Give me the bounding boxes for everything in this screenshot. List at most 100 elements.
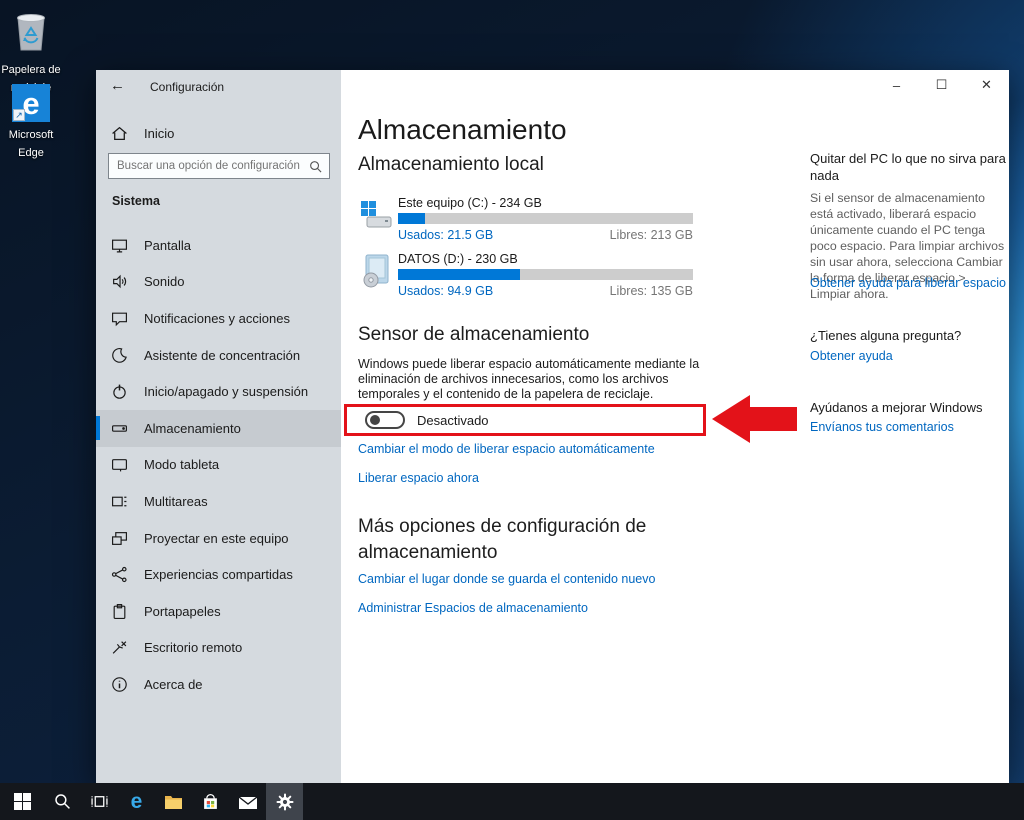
sidebar-item-escritorio-remoto[interactable]: Escritorio remoto [96,630,341,667]
start-icon [14,793,31,810]
data-drive-icon [359,254,393,293]
file-explorer-icon [164,794,183,810]
about-icon [111,676,128,693]
selected-accent-bar [96,636,100,660]
sidebar-item-label: Inicio/apagado y suspensión [144,384,308,399]
sidebar-item-modo-tableta[interactable]: Modo tableta [96,447,341,484]
drive-row-c[interactable]: Este equipo (C:) - 234 GB Usados: 21.5 G… [358,196,698,242]
drive-usage-fill [398,269,520,280]
taskbar-button-search[interactable] [44,783,81,820]
taskbar-button-settings[interactable] [266,783,303,820]
storage-sense-description: Windows puede liberar espacio automática… [358,357,710,402]
mail-icon [239,795,257,809]
sidebar-item-proyectar[interactable]: Proyectar en este equipo [96,520,341,557]
taskbar-button-mail[interactable] [229,783,266,820]
selected-accent-bar [96,672,100,696]
search-input[interactable] [109,160,309,172]
sidebar-item-portapapeles[interactable]: Portapapeles [96,593,341,630]
focus-assist-icon [111,347,128,364]
drive-free-label: Libres: 213 GB [610,228,693,242]
settings-window: – ☐ ✕ ← Configuración Inicio [96,70,1009,783]
sidebar-item-label: Pantalla [144,238,191,253]
tablet-icon [111,456,128,473]
sidebar-item-label: Multitareas [144,494,208,509]
page-title: Almacenamiento [358,114,567,146]
maximize-button[interactable]: ☐ [919,70,964,100]
sidebar-nav: Pantalla Sonido Notificaciones y accione… [96,227,341,703]
get-help-free-space-link[interactable]: Obtener ayuda para liberar espacio [810,276,1006,290]
notifications-icon [111,310,128,327]
taskbar-button-store[interactable] [192,783,229,820]
back-button[interactable]: ← [110,77,125,94]
drive-row-d[interactable]: DATOS (D:) - 230 GB Usados: 94.9 GB Libr… [358,252,698,298]
storage-icon [111,420,128,437]
clipboard-icon [111,603,128,620]
close-button[interactable]: ✕ [964,70,1009,100]
taskbar-button-task-view[interactable] [81,783,118,820]
drive-free-label: Libres: 135 GB [610,284,693,298]
taskbar-button-start[interactable] [0,783,44,820]
remote-desktop-icon [111,639,128,656]
selected-accent-bar [96,562,100,586]
more-storage-options-heading: Más opciones de configuración de almacen… [358,514,688,566]
question-heading: ¿Tienes alguna pregunta? [810,327,961,344]
annotation-rectangle [344,404,706,436]
task-view-icon [91,793,108,810]
drive-usage-bar [398,269,693,280]
search-icon [54,793,71,810]
send-feedback-link[interactable]: Envíanos tus comentarios [810,420,954,434]
sound-icon [111,273,128,290]
sidebar-item-label: Modo tableta [144,457,219,472]
sidebar-section-title: Sistema [112,194,160,208]
local-storage-heading: Almacenamiento local [358,154,544,176]
sidebar-item-label: Escritorio remoto [144,640,242,655]
sidebar-item-asistente-concentracion[interactable]: Asistente de concentración [96,337,341,374]
sidebar-item-acerca-de[interactable]: Acerca de [96,666,341,703]
desktop-icon-microsoft-edge[interactable]: e ↗ Microsoft Edge [0,84,62,161]
selected-accent-bar [96,233,100,257]
get-help-link[interactable]: Obtener ayuda [810,349,893,363]
feedback-heading: Ayúdanos a mejorar Windows [810,399,982,416]
edge-tile-icon: e ↗ [0,84,62,122]
project-icon [111,530,128,547]
drive-name: Este equipo (C:) - 234 GB [398,196,693,210]
sidebar-item-label: Acerca de [144,677,203,692]
desktop-wallpaper: Papelera de reciclaje e ↗ Microsoft Edge… [0,0,1024,820]
drive-used-label: Usados: 94.9 GB [398,284,493,298]
shortcut-arrow-icon: ↗ [13,109,25,121]
selected-accent-bar [96,343,100,367]
sidebar-item-label: Proyectar en este equipo [144,531,289,546]
sidebar-item-inicio[interactable]: Inicio [96,118,341,148]
display-icon [111,237,128,254]
taskbar-button-file-explorer[interactable] [155,783,192,820]
settings-search-box[interactable] [108,153,330,179]
change-free-space-mode-link[interactable]: Cambiar el modo de liberar espacio autom… [358,442,655,456]
selected-accent-bar [96,379,100,403]
selected-accent-bar [96,526,100,550]
sidebar-item-label: Portapapeles [144,604,221,619]
desktop-icon-recycle-bin[interactable]: Papelera de reciclaje [0,8,62,96]
change-save-location-link[interactable]: Cambiar el lugar donde se guarda el cont… [358,572,655,586]
sidebar-item-pantalla[interactable]: Pantalla [96,227,341,264]
search-icon [309,160,322,173]
minimize-button[interactable]: – [874,70,919,100]
window-title: Configuración [150,80,224,94]
edge-icon: e [131,791,143,812]
taskbar-button-edge[interactable]: e [118,783,155,820]
sidebar-item-label: Notificaciones y acciones [144,311,290,326]
sidebar-item-sonido[interactable]: Sonido [96,264,341,301]
window-caption-buttons: – ☐ ✕ [874,70,1009,100]
recycle-bin-icon [0,8,62,57]
help-tip-heading: Quitar del PC lo que no sirva para nada [810,150,1006,184]
sidebar-item-label: Experiencias compartidas [144,567,293,582]
sidebar-item-multitareas[interactable]: Multitareas [96,483,341,520]
manage-storage-spaces-link[interactable]: Administrar Espacios de almacenamiento [358,601,588,615]
sidebar-item-almacenamiento[interactable]: Almacenamiento [96,410,341,447]
home-icon [111,125,128,142]
free-space-now-link[interactable]: Liberar espacio ahora [358,471,479,485]
sidebar-item-experiencias[interactable]: Experiencias compartidas [96,556,341,593]
selected-accent-bar [96,270,100,294]
sidebar-item-inicio-apagado[interactable]: Inicio/apagado y suspensión [96,373,341,410]
sidebar-item-notificaciones[interactable]: Notificaciones y acciones [96,300,341,337]
multitask-icon [111,493,128,510]
